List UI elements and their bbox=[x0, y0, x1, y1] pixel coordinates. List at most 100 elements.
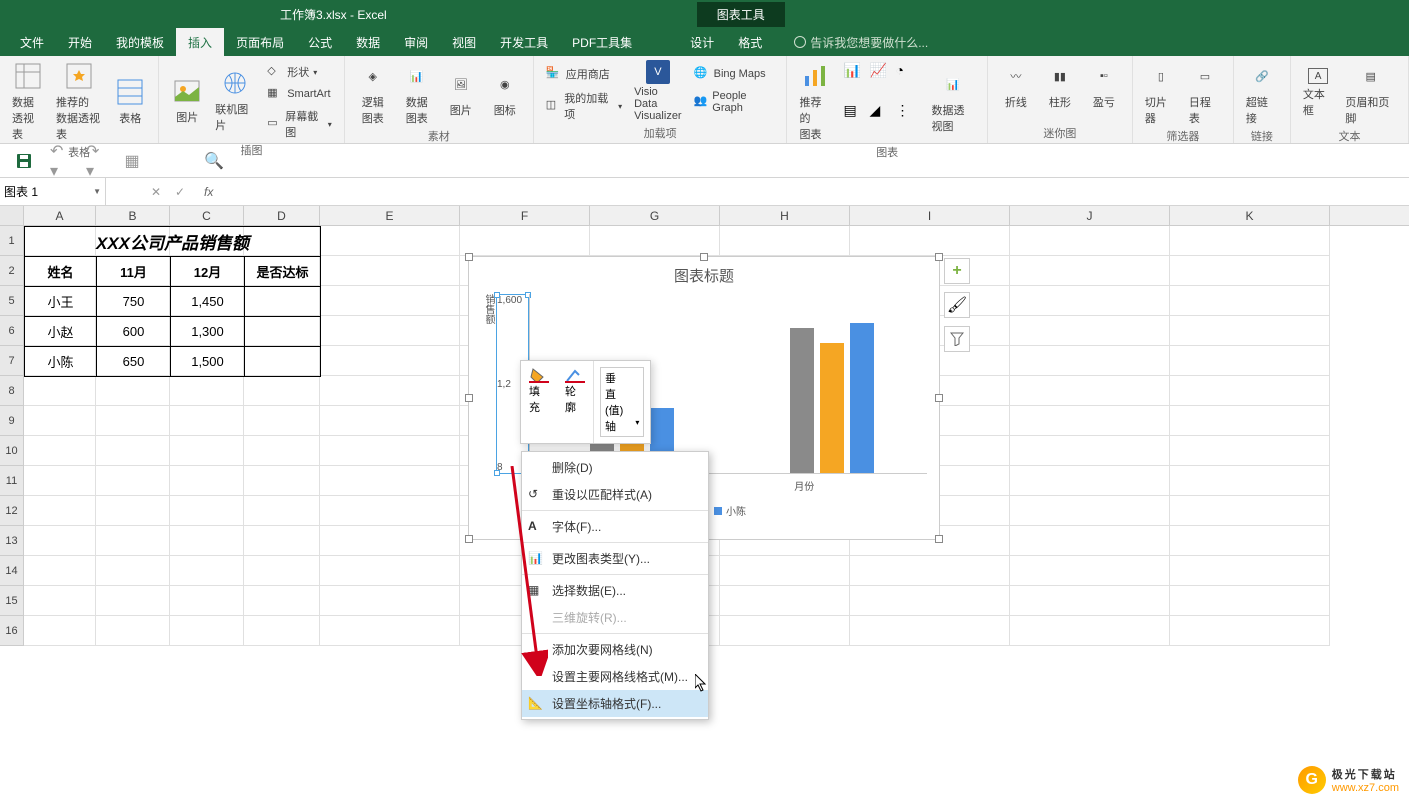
column-header[interactable]: A bbox=[24, 206, 96, 225]
tab-design[interactable]: 设计 bbox=[678, 28, 726, 57]
chart-element-select[interactable]: 垂直 (值) 轴▾ bbox=[600, 367, 644, 437]
tell-me-search[interactable]: 告诉我您想要做什么... bbox=[794, 34, 928, 51]
sparkline-winloss-button[interactable]: ▪▫盈亏 bbox=[1084, 58, 1124, 112]
column-header[interactable]: D bbox=[244, 206, 320, 225]
header-footer-button[interactable]: ▤页眉和页脚 bbox=[1341, 58, 1400, 128]
appstore-button[interactable]: 🏪应用商店 bbox=[542, 64, 626, 84]
tab-view[interactable]: 视图 bbox=[440, 28, 488, 57]
menu-format-major-gridlines[interactable]: 设置主要网格线格式(M)... bbox=[522, 663, 708, 690]
row-header[interactable]: 2 bbox=[0, 256, 24, 286]
row-header[interactable]: 10 bbox=[0, 436, 24, 466]
name-box[interactable]: 图表 1▼ bbox=[0, 178, 106, 205]
chart-styles-button[interactable]: 🖌 bbox=[944, 292, 970, 318]
tab-format[interactable]: 格式 bbox=[726, 28, 774, 57]
visio-button[interactable]: VVisio Data Visualizer bbox=[630, 58, 686, 124]
row-header[interactable]: 7 bbox=[0, 346, 24, 376]
row-header[interactable]: 11 bbox=[0, 466, 24, 496]
bar-chart-icon[interactable]: 📊 bbox=[843, 62, 867, 100]
sparkline-column-button[interactable]: ▮▮柱形 bbox=[1040, 58, 1080, 112]
menu-font[interactable]: A字体(F)... bbox=[522, 513, 708, 540]
chart-resize-handle[interactable] bbox=[465, 253, 473, 261]
area-chart-icon[interactable]: ◢ bbox=[869, 102, 893, 140]
select-all-corner[interactable] bbox=[0, 206, 24, 225]
logic-chart-button[interactable]: ◈逻辑 图表 bbox=[353, 58, 393, 128]
material-icon-button[interactable]: ◉图标 bbox=[485, 58, 525, 128]
tab-pdftools[interactable]: PDF工具集 bbox=[560, 28, 644, 57]
save-button[interactable] bbox=[14, 151, 34, 171]
column-header[interactable]: H bbox=[720, 206, 850, 225]
column-header[interactable]: B bbox=[96, 206, 170, 225]
tab-insert[interactable]: 插入 bbox=[176, 28, 224, 57]
recommended-charts-button[interactable]: 推荐的 图表 bbox=[795, 58, 835, 144]
column-header[interactable]: I bbox=[850, 206, 1010, 225]
row-header[interactable]: 8 bbox=[0, 376, 24, 406]
data-chart-button[interactable]: 📊数据 图表 bbox=[397, 58, 437, 128]
picture-button[interactable]: 图片 bbox=[167, 58, 207, 142]
scatter-chart-icon[interactable]: ⋮ bbox=[895, 102, 919, 140]
tab-developer[interactable]: 开发工具 bbox=[488, 28, 560, 57]
row-header[interactable]: 16 bbox=[0, 616, 24, 646]
column-header[interactable]: C bbox=[170, 206, 244, 225]
chart-filter-button[interactable] bbox=[944, 326, 970, 352]
row-header[interactable]: 12 bbox=[0, 496, 24, 526]
chart-resize-handle[interactable] bbox=[700, 253, 708, 261]
row-header[interactable]: 13 bbox=[0, 526, 24, 556]
bingmaps-button[interactable]: 🌐Bing Maps bbox=[690, 64, 779, 84]
column-header[interactable]: F bbox=[460, 206, 590, 225]
tab-home[interactable]: 开始 bbox=[56, 28, 104, 57]
menu-select-data[interactable]: ▦选择数据(E)... bbox=[522, 577, 708, 604]
tab-formulas[interactable]: 公式 bbox=[296, 28, 344, 57]
row-header[interactable]: 6 bbox=[0, 316, 24, 346]
slicer-button[interactable]: ▯切片器 bbox=[1141, 58, 1181, 128]
line-chart-icon[interactable]: 📈 bbox=[869, 62, 893, 100]
outline-button[interactable]: 轮廓 bbox=[557, 361, 593, 443]
recommended-pivot-button[interactable]: 推荐的 数据透视表 bbox=[52, 58, 106, 144]
bar[interactable] bbox=[850, 323, 874, 473]
tab-file[interactable]: 文件 bbox=[8, 28, 56, 57]
menu-delete[interactable]: 删除(D) bbox=[522, 454, 708, 481]
smartart-button[interactable]: ▦SmartArt bbox=[263, 84, 336, 104]
tab-data[interactable]: 数据 bbox=[344, 28, 392, 57]
menu-change-chart-type[interactable]: 📊更改图表类型(Y)... bbox=[522, 545, 708, 572]
column-header[interactable]: E bbox=[320, 206, 460, 225]
legend-item[interactable]: 小陈 bbox=[714, 503, 746, 518]
pivottable-button[interactable]: 数据 透视表 bbox=[8, 58, 48, 144]
chart-resize-handle[interactable] bbox=[465, 394, 473, 402]
textbox-button[interactable]: A文本框 bbox=[1299, 58, 1337, 128]
fx-icon[interactable]: fx bbox=[200, 185, 217, 199]
row-header[interactable]: 14 bbox=[0, 556, 24, 586]
column-header[interactable]: G bbox=[590, 206, 720, 225]
bar[interactable] bbox=[790, 328, 814, 473]
fill-button[interactable]: 填充 bbox=[521, 361, 557, 443]
peoplegraph-button[interactable]: 👥People Graph bbox=[690, 88, 779, 116]
chart-resize-handle[interactable] bbox=[935, 535, 943, 543]
column-header[interactable]: K bbox=[1170, 206, 1330, 225]
name-box-dropdown-icon[interactable]: ▼ bbox=[93, 187, 101, 196]
tab-review[interactable]: 审阅 bbox=[392, 28, 440, 57]
row-header[interactable]: 5 bbox=[0, 286, 24, 316]
shapes-button[interactable]: ◇形状▾ bbox=[263, 62, 336, 82]
chart-resize-handle[interactable] bbox=[935, 394, 943, 402]
chart-resize-handle[interactable] bbox=[465, 535, 473, 543]
row-header[interactable]: 15 bbox=[0, 586, 24, 616]
menu-reset-style[interactable]: ↺重设以匹配样式(A) bbox=[522, 481, 708, 508]
redo-button[interactable]: ↷ ▾ bbox=[86, 151, 106, 171]
row-header[interactable]: 9 bbox=[0, 406, 24, 436]
chart-elements-button[interactable]: + bbox=[944, 258, 970, 284]
tab-mytemplates[interactable]: 我的模板 bbox=[104, 28, 176, 57]
material-image-button[interactable]: 🖼图片 bbox=[441, 58, 481, 128]
formula-confirm-button[interactable]: ✓ bbox=[172, 185, 188, 199]
formula-cancel-button[interactable]: ✕ bbox=[148, 185, 164, 199]
x-axis-label[interactable]: 月份 bbox=[794, 478, 834, 493]
table-button[interactable]: 表格 bbox=[110, 58, 150, 144]
y-axis-label[interactable]: 销售额 bbox=[481, 294, 496, 474]
pivot-chart-button[interactable]: 📊数据透视图 bbox=[927, 58, 978, 144]
qat-btn-5[interactable]: 🔍 bbox=[204, 151, 224, 171]
tab-pagelayout[interactable]: 页面布局 bbox=[224, 28, 296, 57]
myaddins-button[interactable]: ◫我的加载项▾ bbox=[542, 88, 626, 124]
row-header[interactable]: 1 bbox=[0, 226, 24, 256]
chart-title[interactable]: 图表标题 bbox=[469, 257, 939, 294]
hyperlink-button[interactable]: 🔗超链接 bbox=[1242, 58, 1282, 128]
screenshot-button[interactable]: ▭屏幕截图▾ bbox=[263, 106, 336, 142]
menu-add-minor-gridlines[interactable]: 添加次要网格线(N) bbox=[522, 636, 708, 663]
